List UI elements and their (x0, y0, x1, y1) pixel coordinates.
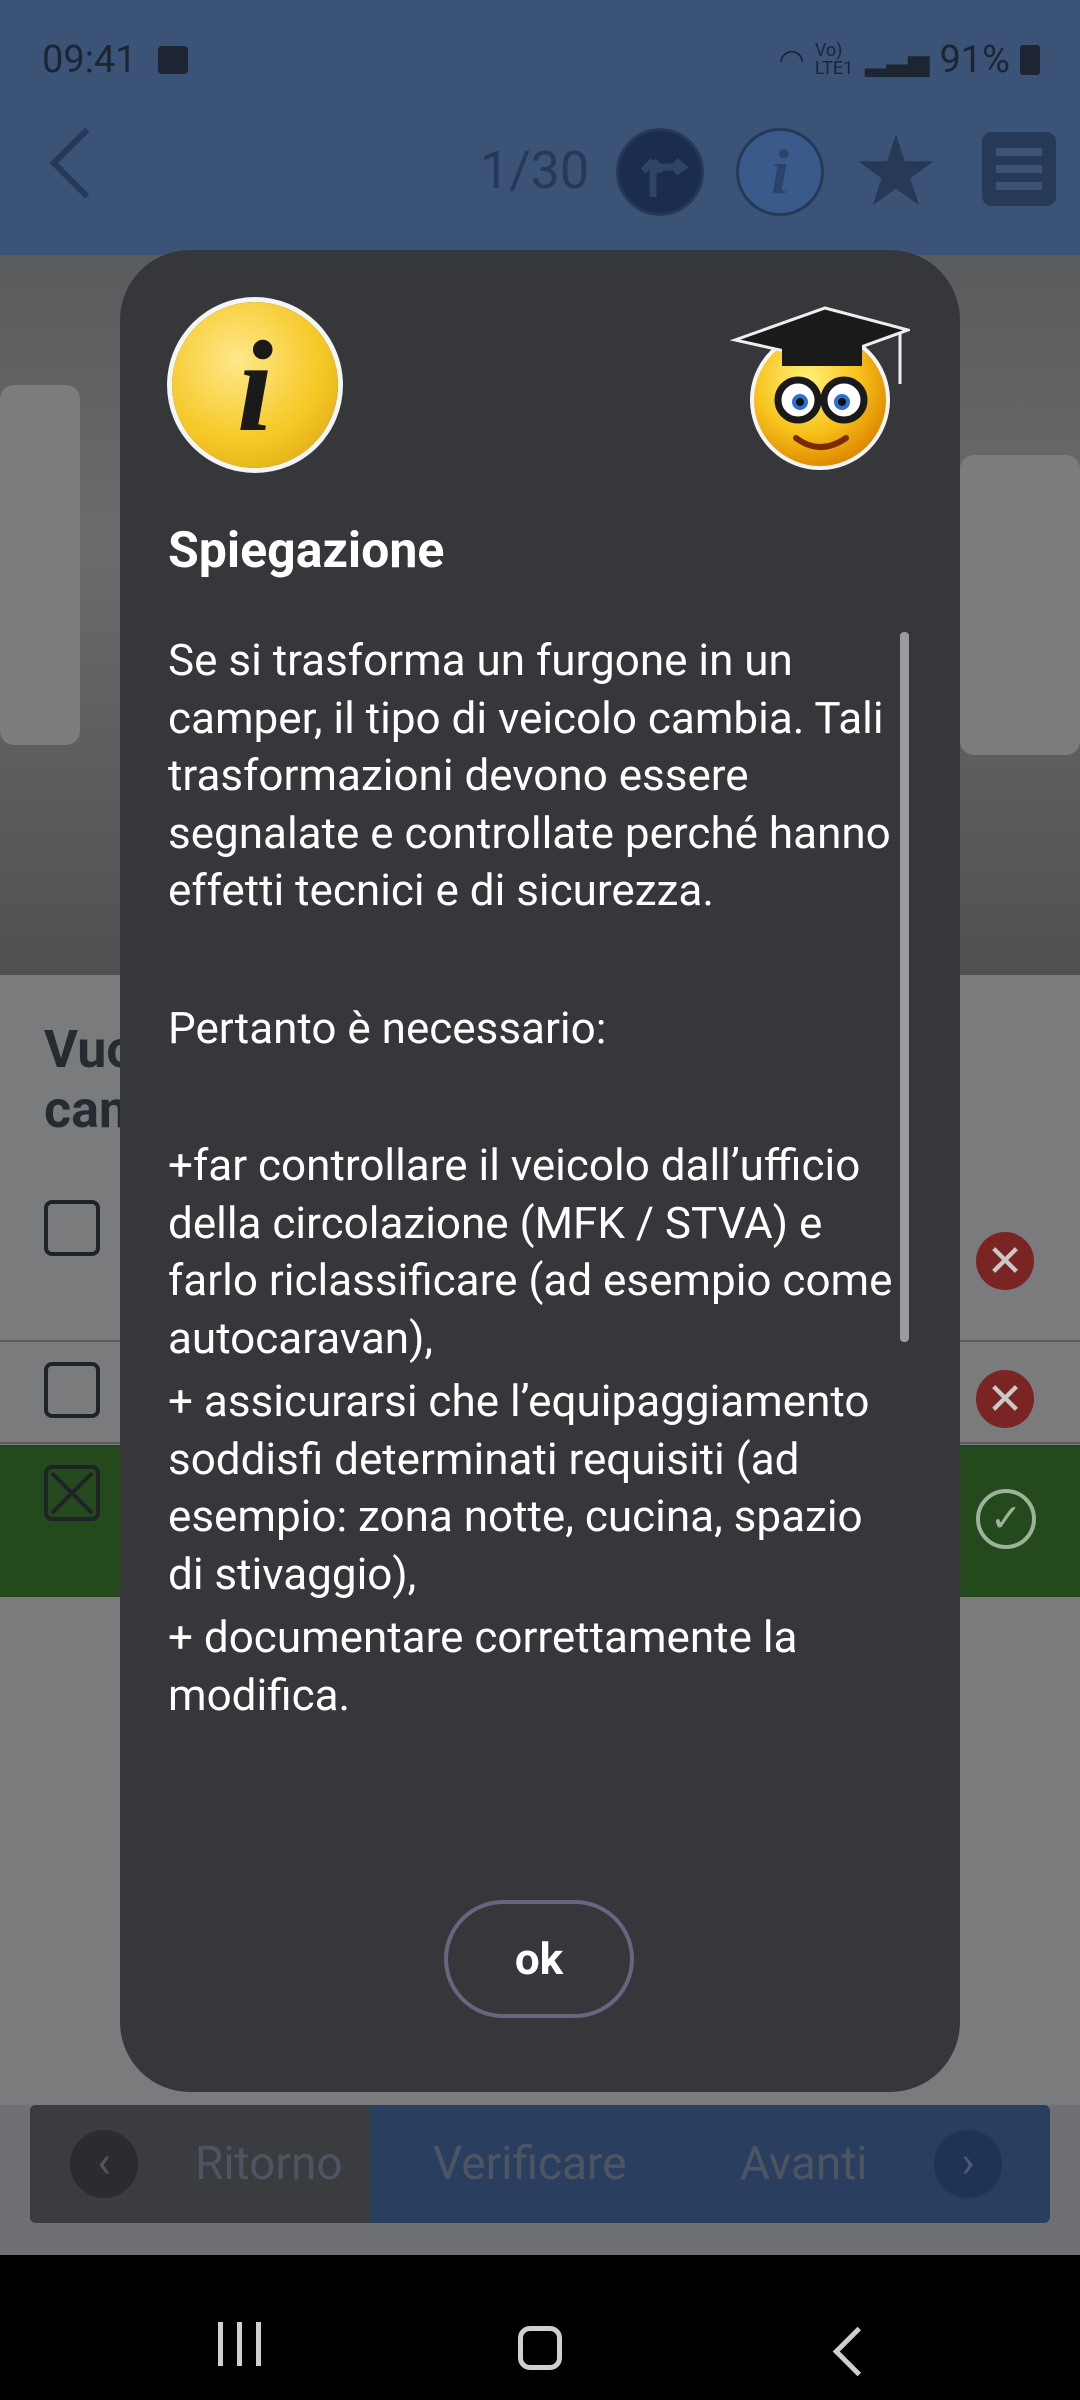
requirement-item-1: +far controllare il veicolo dall’ufficio… (168, 1139, 893, 1364)
info-icon[interactable]: i (736, 128, 824, 216)
bottom-navigation: ‹ Ritorno Verificare Avanti › (30, 2105, 1050, 2223)
status-indicators: ◠ Vo) LTE1 ▂▃▅ 91% (779, 38, 1040, 82)
wifi-icon: ◠ (778, 42, 805, 78)
chevron-right-icon[interactable]: › (934, 2130, 1002, 2198)
signal-icon: ▂▃▅ (864, 43, 930, 77)
info-icon: i (172, 302, 338, 468)
van-right (960, 455, 1080, 755)
gallery-notification-icon (158, 46, 188, 74)
explanation-paragraph-2: Pertanto è necessario: (168, 1001, 607, 1054)
wrong-mark-icon: ✕ (976, 1370, 1034, 1428)
status-time: 09:41 (42, 38, 137, 82)
home-icon[interactable] (518, 2326, 562, 2370)
answer-checkbox-2[interactable] (44, 1362, 100, 1418)
van-left (0, 385, 80, 745)
chevron-left-icon[interactable]: ‹ (70, 2130, 138, 2198)
check-button[interactable]: Verificare (433, 2137, 627, 2191)
recent-apps-icon[interactable] (218, 2322, 275, 2370)
dialog-title: Spiegazione (168, 522, 445, 580)
question-counter: 1/30 (480, 140, 590, 201)
dialog-body: Se si trasforma un furgone in un camper,… (168, 632, 908, 1724)
favorite-star-icon[interactable]: ★ (852, 123, 940, 221)
ok-button[interactable]: ok (444, 1900, 634, 2018)
status-bar: 09:41 ◠ Vo) LTE1 ▂▃▅ 91% (0, 0, 1080, 125)
dialog-scrollbar[interactable] (900, 632, 909, 1342)
back-section[interactable]: ‹ Ritorno (30, 2105, 370, 2223)
list-menu-icon[interactable] (982, 132, 1056, 206)
explanation-paragraph-1: Se si trasforma un furgone in un camper,… (168, 634, 891, 916)
requirement-item-2: + assicurarsi che l’equipaggiamento sodd… (168, 1375, 870, 1600)
graduate-smiley-icon (730, 306, 910, 470)
battery-percent: 91% (939, 38, 1010, 82)
next-button[interactable]: Avanti (740, 2137, 868, 2191)
battery-icon (1020, 45, 1040, 75)
answer-checkbox-1[interactable] (44, 1200, 100, 1256)
road-sign-icon[interactable] (616, 128, 704, 216)
correct-check-icon: ✓ (976, 1489, 1036, 1549)
network-indicator: Vo) LTE1 (814, 40, 854, 79)
back-button[interactable]: Ritorno (195, 2137, 343, 2191)
answer-checkbox-3-checked[interactable] (44, 1465, 100, 1521)
wrong-mark-icon: ✕ (976, 1232, 1034, 1290)
requirement-item-3: + documentare correttamente la modifica. (168, 1611, 798, 1721)
